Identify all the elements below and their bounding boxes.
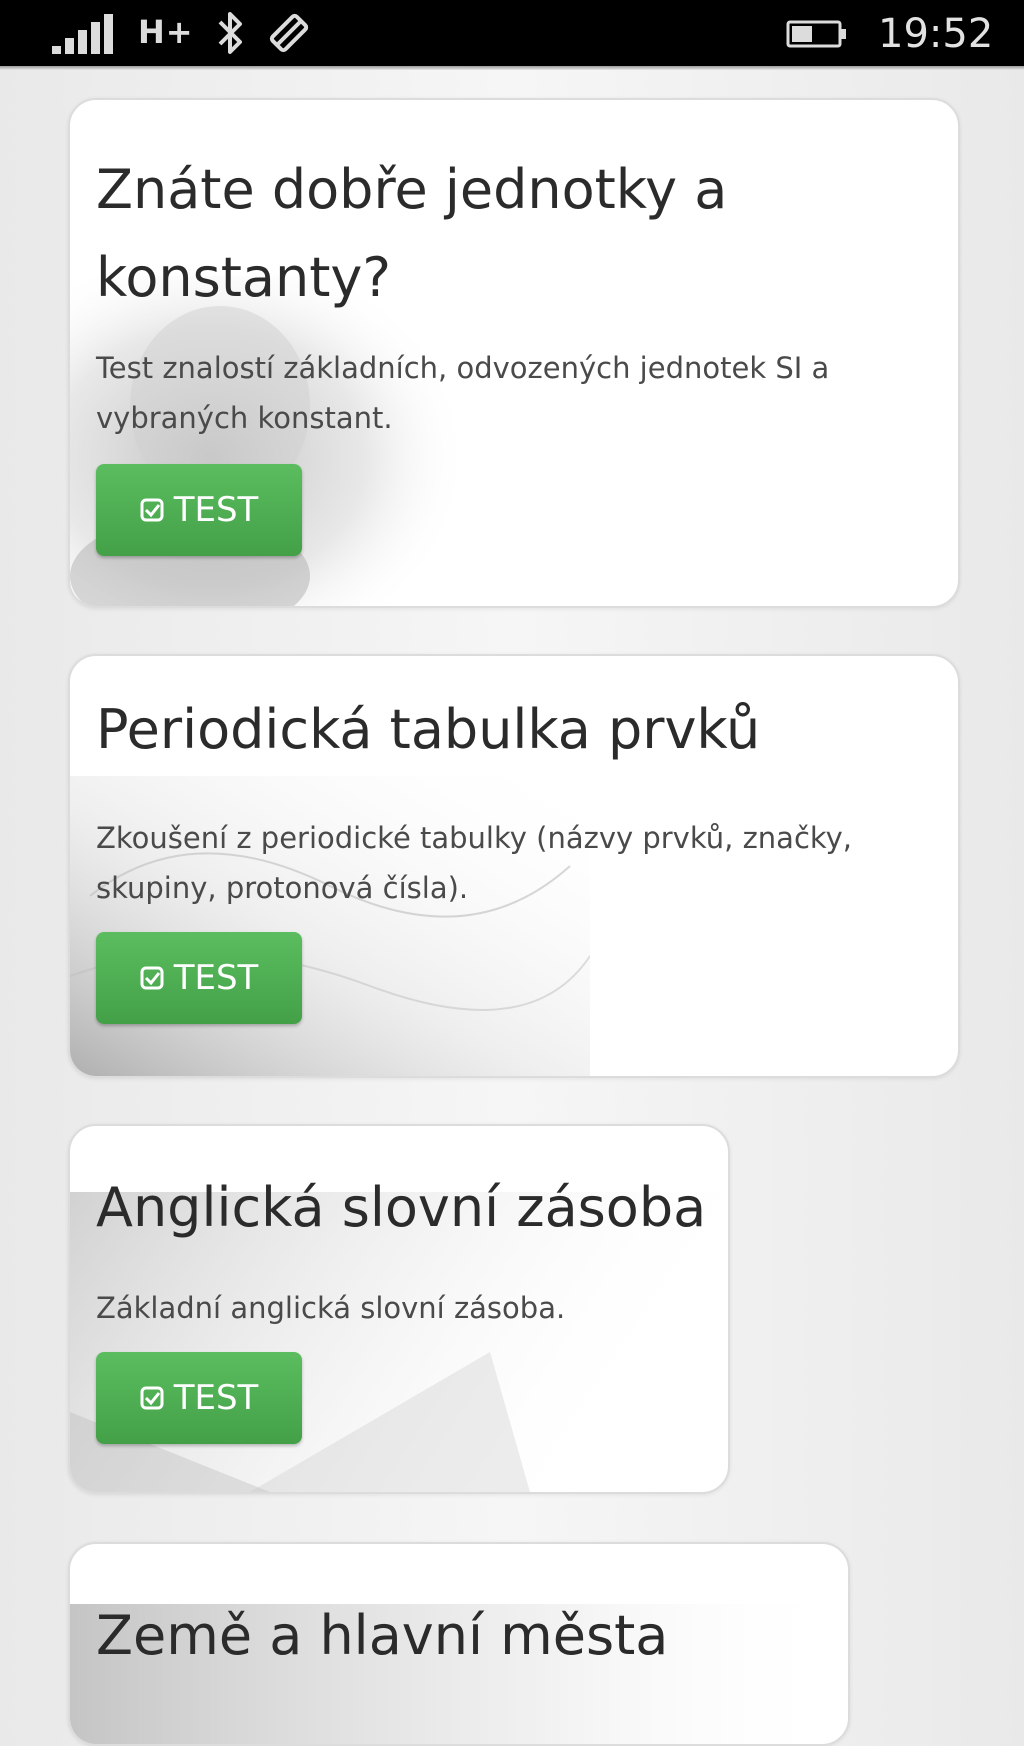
- test-button-label: TEST: [173, 490, 259, 530]
- quiz-card-english-vocabulary[interactable]: Anglická slovní zásoba Základní anglická…: [68, 1124, 730, 1494]
- card-title: Znáte dobře jednotky a konstanty?: [96, 158, 728, 309]
- battery-icon: [786, 20, 846, 48]
- test-button[interactable]: TEST: [96, 1352, 302, 1444]
- clock: 19:52: [878, 11, 994, 57]
- test-button-label: TEST: [173, 1378, 259, 1418]
- card-title: Země a hlavní města: [96, 1604, 669, 1667]
- signal-icon: [52, 14, 114, 54]
- status-bar-divider: [0, 66, 1024, 70]
- status-bar: H+ 19:52: [0, 0, 1024, 70]
- check-square-icon: [140, 966, 164, 990]
- card-title: Periodická tabulka prvků: [96, 698, 761, 761]
- test-button[interactable]: TEST: [96, 932, 302, 1024]
- quiz-card-periodic-table[interactable]: Periodická tabulka prvků Zkoušení z peri…: [68, 654, 960, 1078]
- test-button-label: TEST: [173, 958, 259, 998]
- card-description: Základní anglická slovní zásoba.: [96, 1291, 566, 1325]
- test-button[interactable]: TEST: [96, 464, 302, 556]
- check-square-icon: [140, 498, 164, 522]
- quiz-card-units[interactable]: Znáte dobře jednotky a konstanty? Test z…: [68, 98, 960, 608]
- quiz-card-countries-capitals[interactable]: Země a hlavní města: [68, 1542, 850, 1746]
- check-square-icon: [140, 1386, 164, 1410]
- card-description: Zkoušení z periodické tabulky (názvy prv…: [96, 821, 853, 905]
- card-title: Anglická slovní zásoba: [96, 1176, 707, 1239]
- rotation-lock-icon: [269, 13, 309, 53]
- network-type-label: H+: [138, 13, 194, 51]
- card-description: Test znalostí základních, odvozených jed…: [96, 351, 830, 435]
- bluetooth-icon: [218, 12, 242, 54]
